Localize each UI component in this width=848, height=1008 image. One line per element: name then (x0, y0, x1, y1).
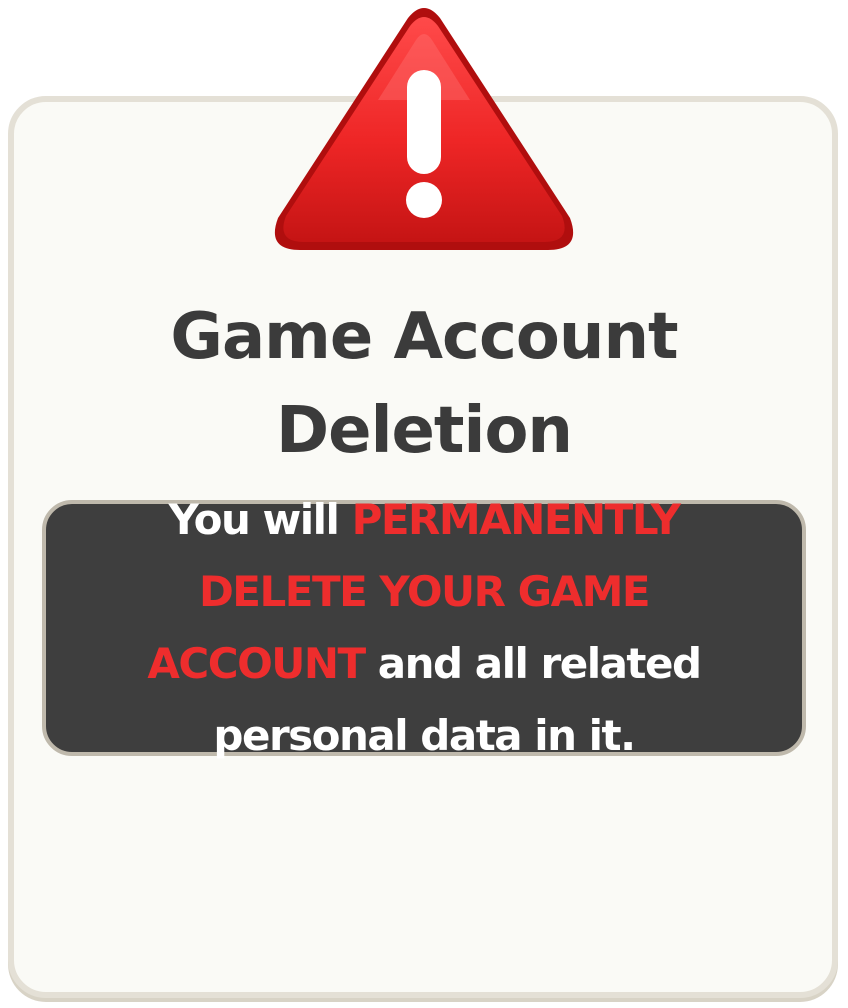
warning-message-box: You will PERMANENTLY DELETE YOUR GAME AC… (42, 495, 806, 760)
warning-triangle-icon (274, 8, 574, 250)
warning-message-prefix: You will (168, 495, 352, 544)
warning-message: You will PERMANENTLY DELETE YOUR GAME AC… (86, 484, 762, 772)
dialog-title: Game Account Deletion (170, 300, 678, 468)
